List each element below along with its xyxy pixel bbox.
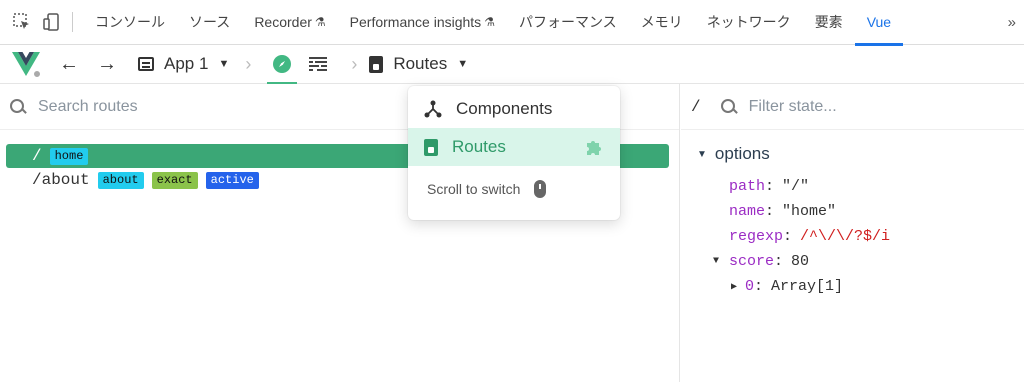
breadcrumb-separator-icon: › [245, 53, 252, 74]
tab-performance[interactable]: パフォーマンス [507, 0, 629, 45]
tab-performance-insights[interactable]: Performance insights ⚗ [338, 0, 507, 45]
scroll-hint-text: Scroll to switch [427, 181, 521, 197]
tab-label: メモリ [640, 14, 683, 30]
triangle-right-icon: ▶ [731, 281, 738, 293]
tab-label: 要素 [814, 14, 843, 30]
tab-label: Recorder [254, 14, 312, 30]
toolbar-divider [72, 12, 73, 32]
timeline-icon [309, 57, 328, 71]
devtools-tab-bar: コンソール ソース Recorder ⚗ Performance insights… [0, 0, 1024, 46]
selected-route-path: / [691, 97, 701, 116]
prop-colon: : [774, 253, 784, 270]
inspector-dropdown-menu: Components Routes Scroll to switch [408, 86, 620, 220]
filter-state-input[interactable] [748, 97, 979, 116]
inspector-selector[interactable]: Routes ▼ [369, 54, 468, 74]
prop-value: 80 [791, 253, 810, 270]
menu-item-label: Components [456, 99, 553, 118]
route-name-badge: home [49, 147, 89, 165]
search-icon [10, 98, 26, 115]
search-icon [720, 98, 737, 115]
menu-item-label: Routes [452, 137, 506, 156]
flask-icon: ⚗ [314, 15, 326, 29]
state-header: / [681, 84, 1024, 130]
route-exact-badge: exact [151, 171, 198, 189]
tab-label: Performance insights [349, 14, 482, 30]
scroll-hint: Scroll to switch [408, 166, 620, 198]
tab-label: ネットワーク [706, 14, 791, 30]
chevron-down-icon: ▼ [218, 58, 230, 70]
triangle-down-icon: ▼ [713, 256, 720, 267]
connection-status-icon [32, 68, 42, 79]
app-selector[interactable]: App 1 ▼ [138, 54, 229, 74]
route-path: /about [32, 171, 90, 189]
chevron-down-icon: ▼ [457, 58, 469, 70]
inspect-element-icon[interactable] [12, 12, 32, 32]
state-prop-score[interactable]: ▼ score: 80 [681, 249, 1024, 274]
tab-elements[interactable]: 要素 [803, 0, 855, 45]
route-name-badge: about [97, 171, 144, 189]
menu-item-routes[interactable]: Routes [408, 128, 620, 166]
app-selector-label: App 1 [164, 54, 209, 73]
compass-icon [273, 55, 292, 73]
back-arrow-icon[interactable]: ← [50, 53, 88, 76]
prop-colon: : [754, 278, 764, 295]
state-properties: path: "/" name: "home" regexp: /^\/\/?$/… [681, 164, 1024, 299]
prop-key: 0 [745, 278, 755, 295]
route-active-badge: active [205, 171, 259, 189]
state-prop-path: path: "/" [681, 174, 1024, 199]
app-window-icon [138, 57, 154, 71]
route-path: / [32, 147, 42, 165]
tab-label: パフォーマンス [518, 14, 617, 30]
inspector-selector-label: Routes [393, 54, 448, 73]
triangle-down-icon: ▼ [697, 148, 707, 160]
prop-key: regexp [729, 228, 784, 245]
state-prop-regexp: regexp: /^\/\/?$/i [681, 224, 1024, 249]
prop-key: path [729, 178, 766, 195]
state-pane: / ▼ options path: "/" name: "home" regex… [681, 84, 1024, 382]
components-icon [424, 100, 442, 118]
prop-key: score [729, 253, 775, 270]
vue-toolbar: ← → App 1 ▼ › › Routes ▼ [0, 45, 1024, 84]
puzzle-piece-icon [587, 141, 601, 155]
tab-label: Vue [866, 14, 892, 30]
breadcrumb-separator-icon: › [351, 53, 358, 74]
tab-memory[interactable]: メモリ [629, 0, 695, 45]
tab-network[interactable]: ネットワーク [695, 0, 803, 45]
prop-value: Array[1] [771, 278, 844, 295]
more-tabs-button[interactable]: » [1000, 14, 1024, 31]
tab-vue[interactable]: Vue [854, 0, 904, 46]
flask-icon: ⚗ [484, 15, 495, 29]
book-icon [424, 138, 438, 156]
inspector-tab-button[interactable] [263, 45, 301, 84]
book-icon [369, 55, 384, 73]
state-prop-score-item[interactable]: ▶ 0: Array[1] [681, 274, 1024, 299]
tab-recorder[interactable]: Recorder ⚗ [242, 0, 337, 45]
prop-value[interactable]: "home" [782, 203, 836, 220]
section-label: options [714, 144, 770, 163]
mouse-icon [534, 180, 547, 198]
options-section-toggle[interactable]: ▼ options [681, 130, 1024, 164]
timeline-tab-button[interactable] [301, 45, 335, 84]
forward-arrow-icon[interactable]: → [88, 53, 126, 76]
device-toolbar-icon[interactable] [42, 12, 62, 32]
prop-colon: : [783, 228, 793, 245]
prop-value[interactable]: /^\/\/?$/i [800, 228, 890, 245]
state-prop-name: name: "home" [681, 199, 1024, 224]
tab-sources[interactable]: ソース [177, 0, 242, 45]
tab-console[interactable]: コンソール [83, 0, 177, 45]
menu-item-components[interactable]: Components [408, 90, 620, 128]
tab-label: ソース [189, 14, 231, 30]
prop-key: name [729, 203, 766, 220]
devtools-tools [0, 12, 72, 32]
prop-colon: : [765, 203, 775, 220]
vue-logo [10, 45, 50, 84]
tab-label: コンソール [95, 14, 165, 30]
prop-colon: : [765, 178, 775, 195]
prop-value[interactable]: "/" [782, 178, 809, 195]
